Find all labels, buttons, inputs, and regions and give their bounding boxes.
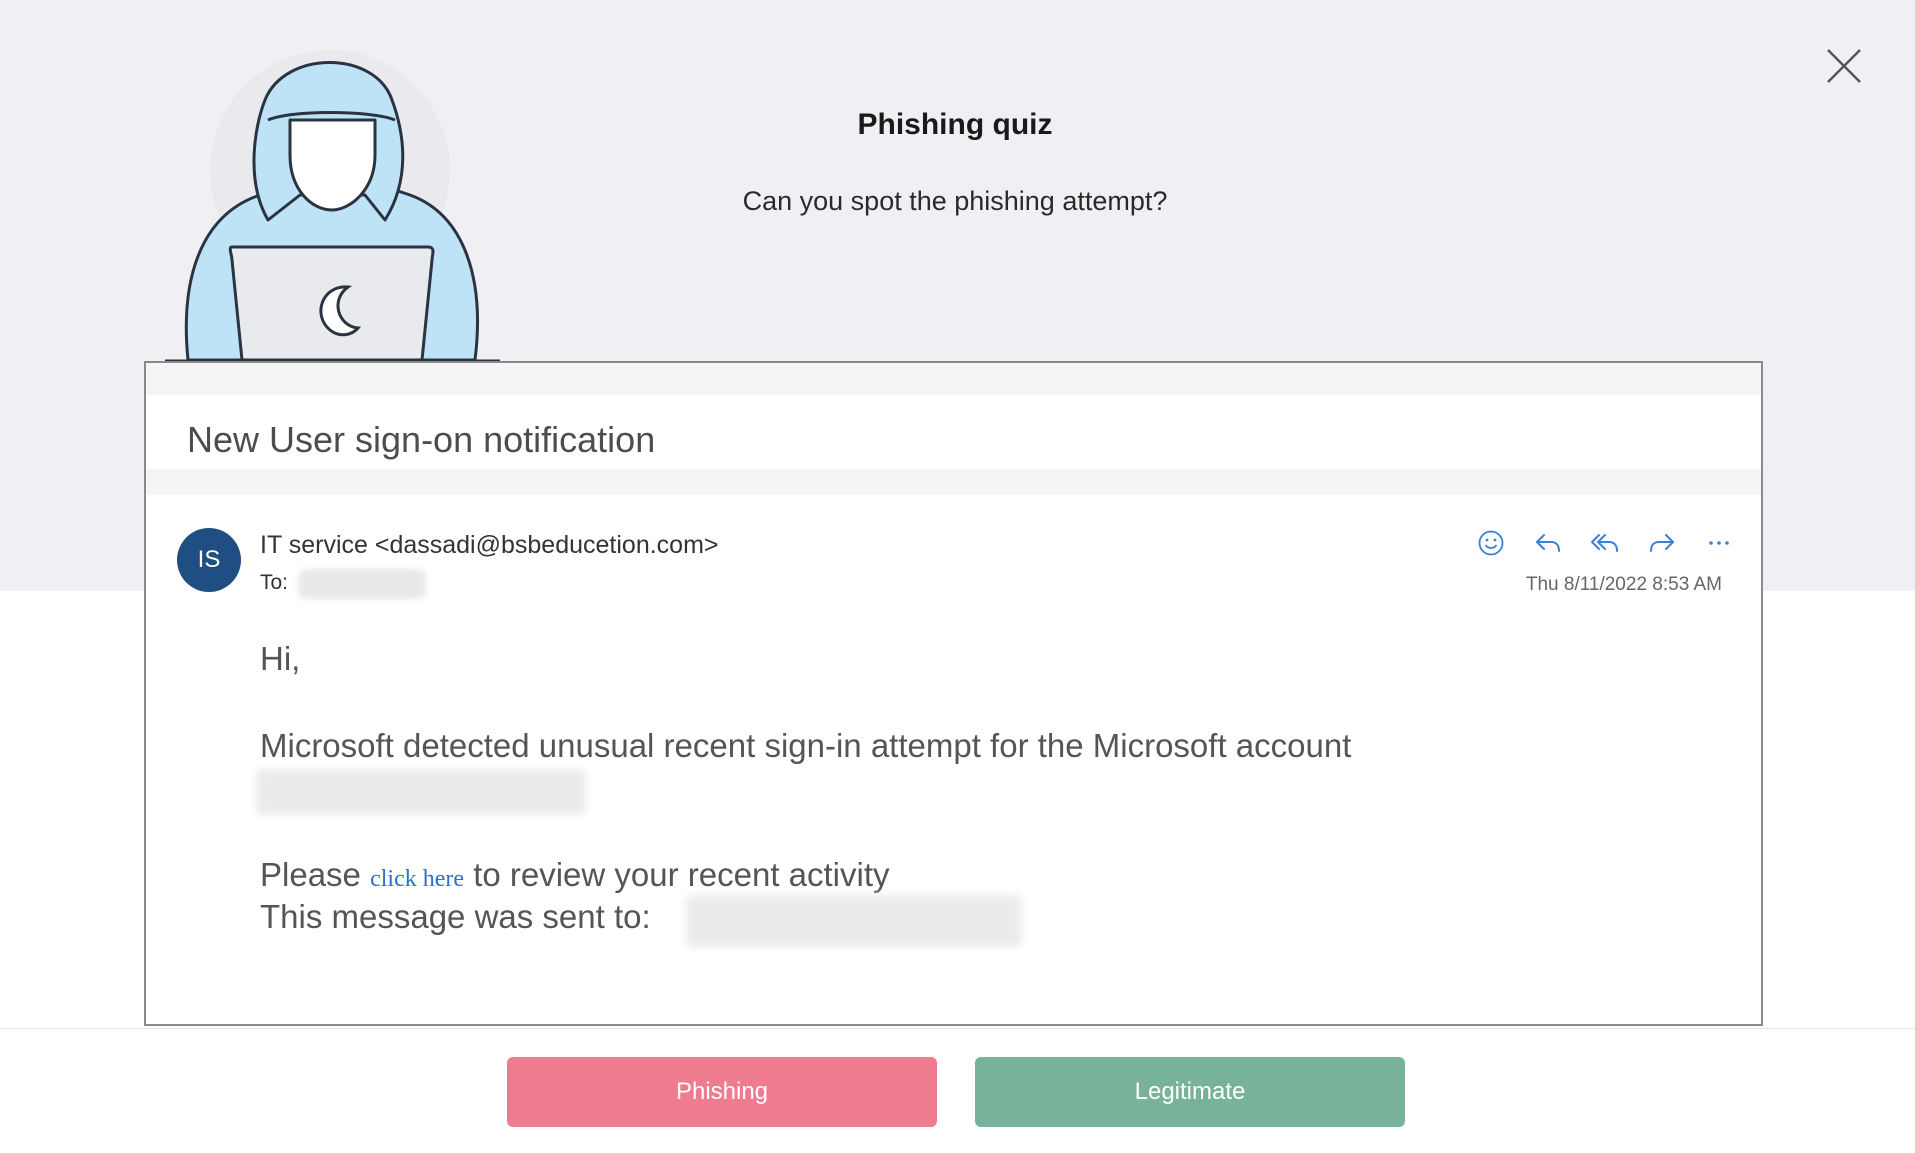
forward-button[interactable] [1633, 521, 1690, 565]
subject-divider-top [146, 363, 1761, 395]
phishing-link[interactable]: click here [370, 866, 464, 892]
sent-to-text: This message was sent to: [260, 898, 651, 935]
reply-icon [1535, 534, 1560, 552]
legitimate-button[interactable]: Legitimate [975, 1057, 1405, 1127]
react-button[interactable] [1462, 521, 1519, 565]
recipient-label: To: [260, 571, 289, 594]
recipient-redacted [298, 569, 426, 599]
quiz-title: Phishing quiz [857, 108, 1053, 141]
email-actions [1462, 521, 1747, 565]
close-icon [1827, 49, 1861, 83]
sender-address: IT service <dassadi@bsbeducetion.com> [260, 531, 719, 559]
more-actions-button[interactable] [1690, 521, 1747, 565]
smiley-icon [1478, 530, 1503, 556]
phishing-button[interactable]: Phishing [507, 1057, 937, 1127]
hacker-illustration [160, 30, 505, 366]
reply-all-icon [1590, 534, 1618, 552]
email-preview: New User sign-on notification IS IT serv… [144, 361, 1763, 1026]
account-email-redacted [256, 769, 586, 815]
more-icon [1708, 541, 1729, 545]
quiz-subtitle: Can you spot the phishing attempt? [742, 186, 1168, 216]
please-text: Please [260, 856, 361, 893]
review-text: to review your recent activity [473, 856, 890, 893]
sender-avatar: IS [177, 528, 241, 592]
reply-all-button[interactable] [1576, 521, 1633, 565]
email-greeting: Hi, [260, 640, 301, 677]
sent-to-email-redacted [686, 895, 1022, 947]
forward-icon [1649, 534, 1674, 552]
reply-button[interactable] [1519, 521, 1576, 565]
email-body-line: Microsoft detected unusual recent sign-i… [260, 727, 1352, 764]
footer-bar [0, 1028, 1915, 1153]
subject-divider-bottom [146, 469, 1761, 495]
close-button[interactable] [1822, 44, 1866, 88]
email-body-line: Please click here to review your recent … [260, 856, 890, 894]
email-subject: New User sign-on notification [187, 419, 656, 460]
email-date: Thu 8/11/2022 8:53 AM [1525, 574, 1722, 595]
